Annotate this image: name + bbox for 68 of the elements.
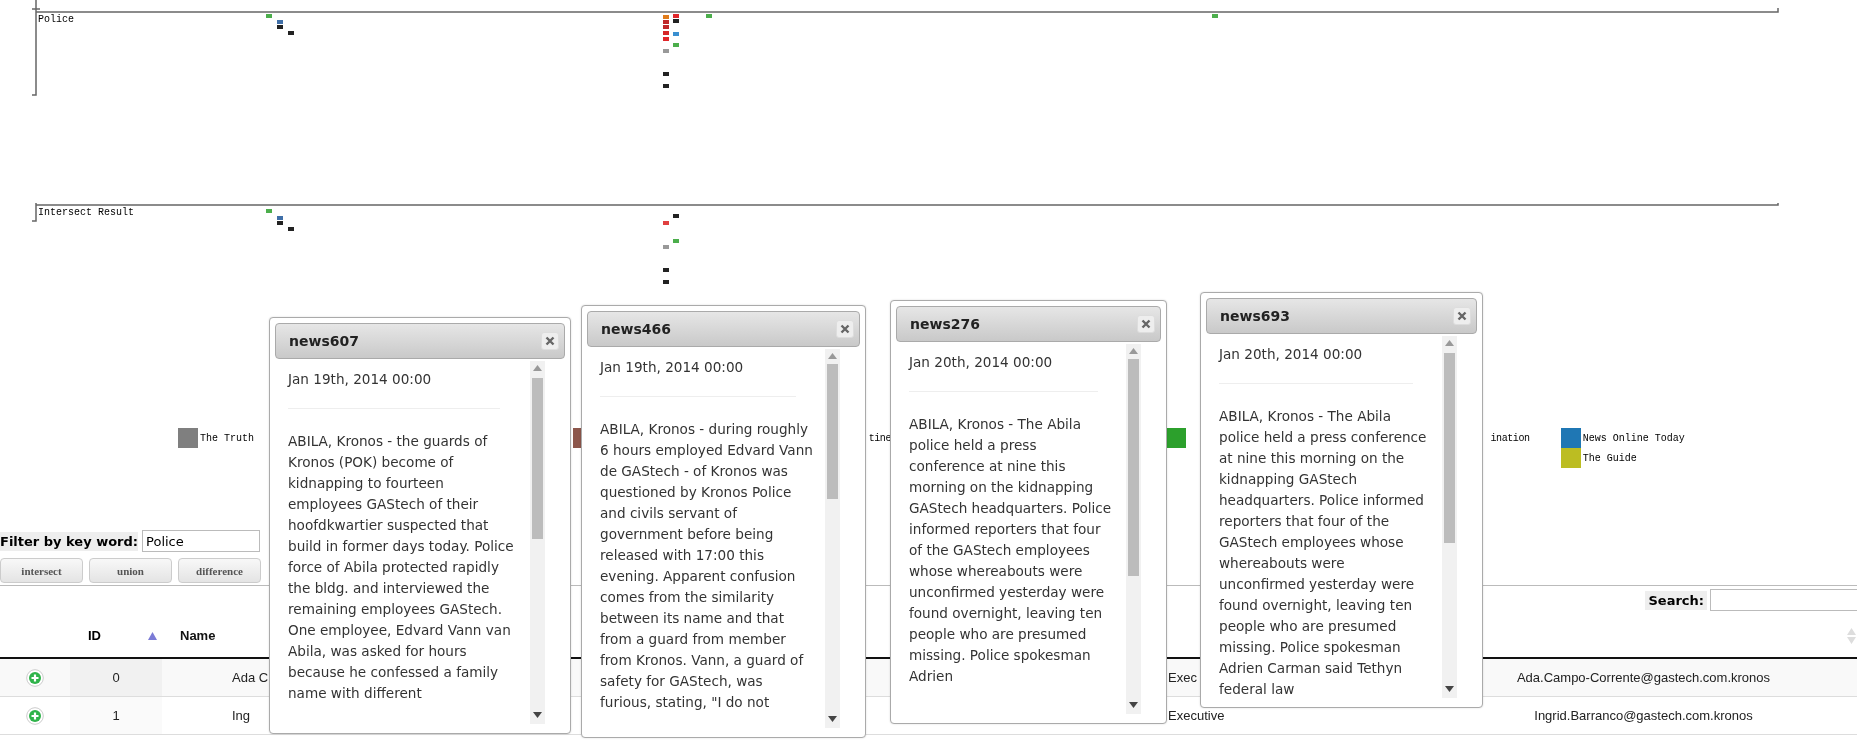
set-operation-button[interactable]: intersect <box>0 558 83 583</box>
set-operation-button[interactable]: union <box>89 558 172 583</box>
news-date: Jan 19th, 2014 00:00 <box>600 358 796 397</box>
table-cell: Exec <box>1168 670 1197 685</box>
timeline-label: Police <box>38 14 74 25</box>
scroll-up-icon[interactable] <box>828 353 837 359</box>
news-date: Jan 20th, 2014 00:00 <box>1219 345 1414 384</box>
close-icon <box>545 336 555 346</box>
table-cell: Ada.Campo-Corrente@gastech.com.kronos <box>1516 670 1771 685</box>
table-cell: 0 <box>112 670 120 685</box>
dialog-titlebar[interactable]: news276 <box>896 306 1161 342</box>
close-button[interactable] <box>836 320 854 338</box>
close-icon <box>1141 319 1151 329</box>
scroll-up-icon[interactable] <box>1129 348 1138 354</box>
dialog-title: news607 <box>289 333 359 349</box>
scrollbar[interactable] <box>825 349 840 728</box>
table-cell: 1 <box>112 708 120 723</box>
sort-icon[interactable] <box>1847 627 1856 644</box>
plus-circle-icon[interactable] <box>26 668 44 687</box>
scrollbar-thumb[interactable] <box>1444 353 1455 543</box>
column-header[interactable]: ID <box>88 628 101 643</box>
news-text: ABILA, Kronos - The Abila police held a press conference at nine this morning on the kidnapping GAStech headquarters. Police informed reporters that four of the GAStech employees whose whereabouts were unconfirmed yesterday were found overnight, leaving ten people who are presumed missing. Police spokesman Adrien Carman said Tethyn federal law <box>1219 407 1428 699</box>
sort-ascending-icon[interactable] <box>148 631 157 640</box>
dialog-titlebar[interactable]: news693 <box>1206 298 1477 334</box>
scroll-down-icon[interactable] <box>533 712 542 718</box>
news-text: ABILA, Kronos - The Abila police held a press conference at nine this morning on the kidnapping GAStech headquarters. Police informed reporters that four of the GAStech employees whose whereabouts were unconfirmed yesterday were found overnight, leaving ten people who are presumed missing. Police spokesman Adrien <box>909 415 1113 686</box>
scrollbar-thumb[interactable] <box>827 364 838 499</box>
plus-circle-icon[interactable] <box>26 706 44 725</box>
set-operation-button[interactable]: difference <box>178 558 261 583</box>
scrollbar[interactable] <box>1126 344 1141 714</box>
close-button[interactable] <box>541 332 559 350</box>
close-button[interactable] <box>1137 315 1155 333</box>
table-cell: Ada C <box>232 670 269 685</box>
close-icon <box>840 324 850 334</box>
scrollbar-thumb[interactable] <box>1128 359 1139 576</box>
legend-label: ination <box>1490 432 1530 444</box>
legend-label: tine <box>868 432 892 444</box>
scroll-down-icon[interactable] <box>1445 686 1454 692</box>
dialog-title: news693 <box>1220 308 1290 324</box>
filter-label: Filter by key word: <box>0 531 139 551</box>
timeline-label: Intersect Result <box>38 207 134 218</box>
table-cell: Executive <box>1168 708 1225 723</box>
dialog-title: news276 <box>910 316 980 332</box>
dialog-titlebar[interactable]: news466 <box>587 311 860 347</box>
scrollbar[interactable] <box>1442 336 1457 698</box>
legend-label: The Truth <box>200 432 254 444</box>
scroll-down-icon[interactable] <box>1129 702 1138 708</box>
scroll-up-icon[interactable] <box>533 365 542 371</box>
news-date: Jan 19th, 2014 00:00 <box>288 370 500 409</box>
legend-label: News Online Today <box>1582 432 1685 444</box>
dialog-title: news466 <box>601 321 671 337</box>
news-text: ABILA, Kronos - during roughly 6 hours employed Edvard Vann de GAStech - of Kronos was questioned by Kronos Police and civils servant of government before being released with 17:00 this evening. Apparent confusion comes from the similarity between its name and that from a guard from member from Kronos. Vann, a guard of safety for GAStech, was furious, stating, "I do not <box>600 420 813 712</box>
news-date: Jan 20th, 2014 00:00 <box>909 353 1098 392</box>
scrollbar[interactable] <box>530 361 545 724</box>
table-cell: Ingrid.Barranco@gastech.com.kronos <box>1534 708 1753 723</box>
search-label: Search: <box>1645 590 1707 610</box>
keyword-field[interactable]: Police <box>142 530 261 552</box>
scroll-up-icon[interactable] <box>1445 340 1454 346</box>
column-header[interactable]: Name <box>180 628 216 643</box>
legend-label: The Guide <box>1582 452 1637 464</box>
table-cell: Ing <box>232 708 251 723</box>
scrollbar-thumb[interactable] <box>532 378 543 539</box>
close-button[interactable] <box>1453 307 1471 325</box>
dialog-titlebar[interactable]: news607 <box>275 323 565 359</box>
search-field[interactable] <box>1710 589 1857 611</box>
scroll-down-icon[interactable] <box>828 716 837 722</box>
close-icon <box>1457 311 1467 321</box>
news-text: ABILA, Kronos - the guards of Kronos (POK) become of kidnapping to fourteen employees GAStech of their hoofdkwartier suspected that build in former days today. Police force of Abila protected rapidly the bldg. and interviewed the remaining employees GAStech. One employee, Edvard Vann van Abila, was asked for hours because he confessed a family name with different <box>288 432 515 703</box>
